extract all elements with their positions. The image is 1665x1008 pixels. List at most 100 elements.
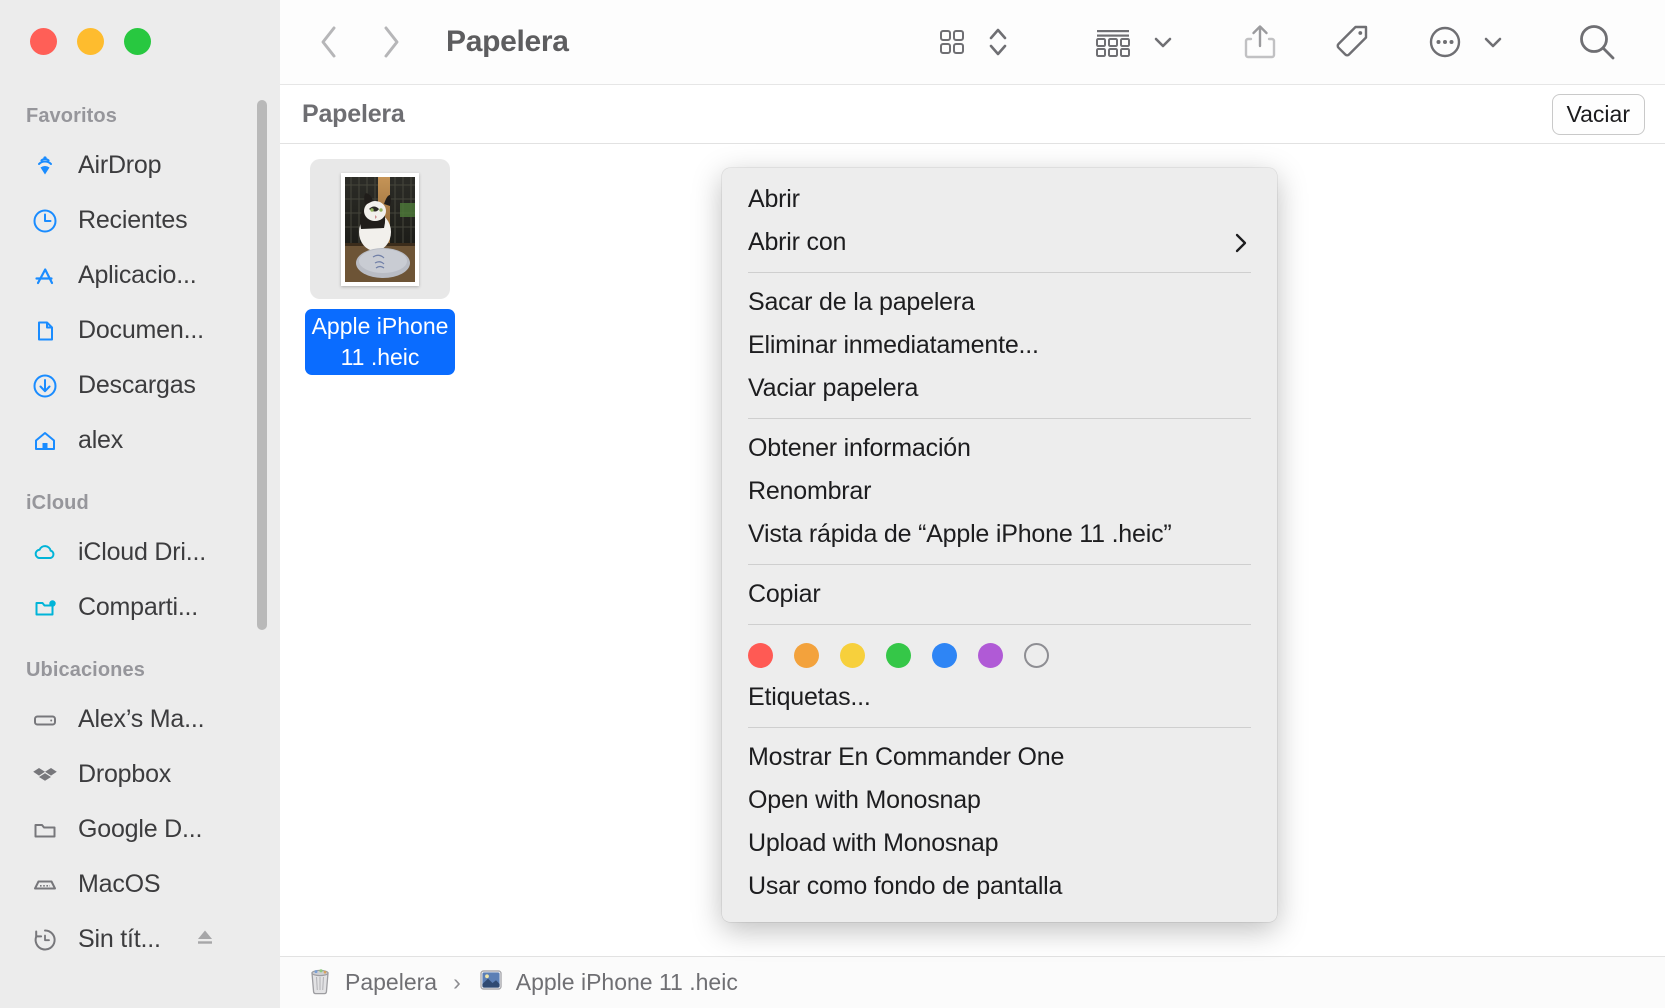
applications-icon [30, 261, 60, 291]
menu-item-abrir[interactable]: Abrir [722, 178, 1277, 221]
sidebar-scrollbar[interactable] [257, 100, 267, 630]
menu-item-label: Usar como fondo de pantalla [748, 872, 1063, 900]
close-button[interactable] [30, 28, 57, 55]
tag-none-button[interactable] [1024, 643, 1049, 668]
tag-blue-button[interactable] [932, 643, 957, 668]
group-by-icon[interactable] [1089, 17, 1137, 67]
laptop-icon [30, 705, 60, 735]
menu-item-etiquetas[interactable]: Etiquetas... [722, 676, 1277, 719]
sidebar-item-sin-titulo[interactable]: Sin tít... [0, 912, 280, 967]
menu-item-abrir-con[interactable]: Abrir con [722, 221, 1277, 264]
menu-item-mostrar-en-commander-one[interactable]: Mostrar En Commander One [722, 736, 1277, 779]
tag-icon[interactable] [1327, 17, 1377, 67]
sidebar-item-label: Descargas [78, 371, 196, 399]
path-segment-file[interactable]: Apple iPhone 11 .heic [477, 966, 738, 999]
tag-yellow-button[interactable] [840, 643, 865, 668]
icon-view-grid-icon[interactable] [931, 17, 973, 67]
time-machine-icon [30, 925, 60, 955]
sidebar-item-label: iCloud Dri... [78, 538, 206, 566]
sidebar-item-label: Comparti... [78, 593, 199, 621]
tag-orange-button[interactable] [794, 643, 819, 668]
menu-item-vista-rapida[interactable]: Vista rápida de “Apple iPhone 11 .heic” [722, 513, 1277, 556]
sidebar-item-documentos[interactable]: Documen... [0, 303, 280, 358]
file-name-label[interactable]: Apple iPhone 11 .heic [305, 309, 455, 375]
chevron-down-icon[interactable] [1147, 17, 1179, 67]
menu-item-label: Vaciar papelera [748, 374, 919, 402]
menu-item-renombrar[interactable]: Renombrar [722, 470, 1277, 513]
file-item[interactable]: Apple iPhone 11 .heic [305, 159, 455, 375]
download-icon [30, 371, 60, 401]
menu-item-usar-como-fondo-de-pantalla[interactable]: Usar como fondo de pantalla [722, 865, 1277, 908]
menu-item-label: Abrir con [748, 228, 847, 256]
menu-item-label: Sacar de la papelera [748, 288, 975, 316]
menu-item-label: Mostrar En Commander One [748, 743, 1065, 771]
empty-trash-button[interactable]: Vaciar [1551, 93, 1645, 135]
chevron-down-icon[interactable] [1477, 17, 1509, 67]
sidebar-section-favoritos: Favoritos [26, 105, 117, 127]
path-separator: › [453, 969, 461, 995]
finder-window: Favoritos AirDrop Recientes Aplicacio...… [0, 0, 1665, 1008]
menu-item-label: Renombrar [748, 477, 872, 505]
back-button[interactable] [312, 22, 346, 62]
sidebar-item-alex[interactable]: alex [0, 413, 280, 468]
sidebar-item-label: Documen... [78, 316, 204, 344]
menu-item-sacar-de-la-papelera[interactable]: Sacar de la papelera [722, 281, 1277, 324]
sidebar-item-macos[interactable]: MacOS [0, 857, 280, 912]
file-thumbnail-frame [341, 172, 419, 286]
menu-item-copiar[interactable]: Copiar [722, 573, 1277, 616]
minimize-button[interactable] [77, 28, 104, 55]
menu-item-upload-with-monosnap[interactable]: Upload with Monosnap [722, 822, 1277, 865]
file-thumbnail-container [310, 159, 450, 299]
sidebar-item-compartido[interactable]: Comparti... [0, 580, 280, 635]
tag-green-button[interactable] [886, 643, 911, 668]
eject-icon[interactable] [192, 924, 218, 955]
sidebar-item-google-drive[interactable]: Google D... [0, 802, 280, 857]
sidebar-item-label: Recientes [78, 206, 188, 234]
tag-purple-button[interactable] [978, 643, 1003, 668]
ellipsis-circle-icon[interactable] [1421, 17, 1469, 67]
clock-icon [30, 206, 60, 236]
menu-separator [748, 272, 1251, 273]
maximize-button[interactable] [124, 28, 151, 55]
sidebar-section-ubicaciones: Ubicaciones [26, 659, 145, 681]
menu-separator [748, 727, 1251, 728]
document-icon [30, 316, 60, 346]
heic-file-icon [477, 966, 505, 999]
sidebar-item-icloud-drive[interactable]: iCloud Dri... [0, 525, 280, 580]
trash-icon [306, 965, 334, 1000]
share-icon[interactable] [1237, 17, 1283, 67]
sidebar-item-label: AirDrop [78, 151, 162, 179]
chevron-right-icon [1231, 231, 1251, 255]
search-icon[interactable] [1571, 17, 1623, 67]
path-label: Apple iPhone 11 .heic [515, 969, 738, 995]
sidebar-item-aplicaciones[interactable]: Aplicacio... [0, 248, 280, 303]
sidebar-item-alexs-macbook[interactable]: Alex’s Ma... [0, 692, 280, 747]
view-mode-group [931, 17, 1013, 67]
sidebar-item-dropbox[interactable]: Dropbox [0, 747, 280, 802]
menu-item-obtener-informacion[interactable]: Obtener información [722, 427, 1277, 470]
menu-item-eliminar-inmediatamente[interactable]: Eliminar inmediatamente... [722, 324, 1277, 367]
menu-item-label: Obtener información [748, 434, 971, 462]
sidebar-item-descargas[interactable]: Descargas [0, 358, 280, 413]
menu-item-label: Vista rápida de “Apple iPhone 11 .heic” [748, 520, 1172, 548]
forward-button[interactable] [374, 22, 408, 62]
cat-photo-thumbnail [345, 176, 415, 282]
sidebar-item-airdrop[interactable]: AirDrop [0, 138, 280, 193]
harddisk-icon [30, 870, 60, 900]
menu-item-label: Open with Monosnap [748, 786, 981, 814]
page-title: Papelera [302, 99, 405, 128]
tag-red-button[interactable] [748, 643, 773, 668]
folder-icon [30, 815, 60, 845]
menu-item-label: Abrir [748, 185, 800, 213]
menu-item-label: Etiquetas... [748, 683, 871, 711]
sidebar-item-recientes[interactable]: Recientes [0, 193, 280, 248]
menu-separator [748, 564, 1251, 565]
menu-item-open-with-monosnap[interactable]: Open with Monosnap [722, 779, 1277, 822]
chevron-up-down-icon[interactable] [983, 17, 1013, 67]
menu-item-vaciar-papelera[interactable]: Vaciar papelera [722, 367, 1277, 410]
sidebar: Favoritos AirDrop Recientes Aplicacio...… [0, 0, 280, 1008]
sidebar-item-label: Aplicacio... [78, 261, 197, 289]
sidebar-item-label: MacOS [78, 870, 161, 898]
shared-folder-icon [30, 593, 60, 623]
path-segment-papelera[interactable]: Papelera [306, 965, 437, 1000]
